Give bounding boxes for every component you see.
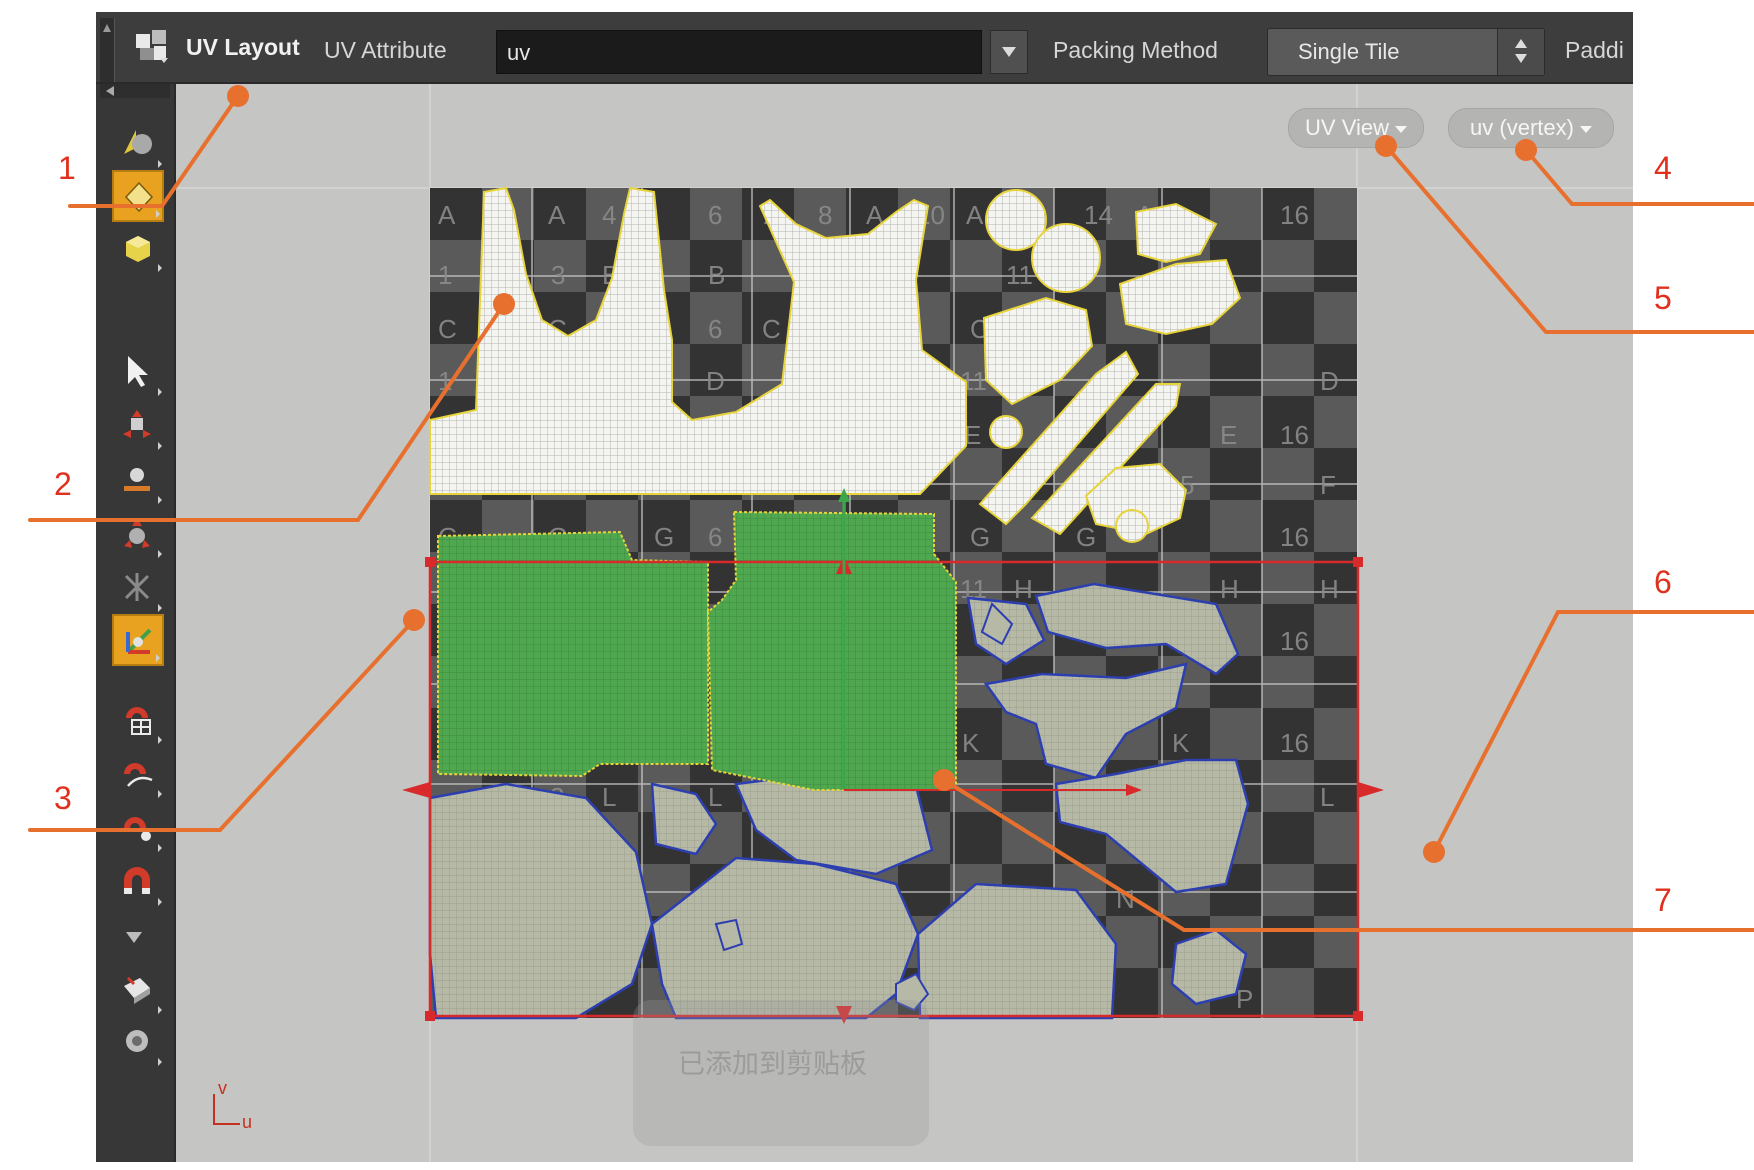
callout-line-5 xyxy=(1384,144,1754,334)
callout-line-1 xyxy=(68,94,240,208)
callout-dot-4 xyxy=(1515,139,1537,161)
callout-number-2: 2 xyxy=(54,466,72,502)
callout-dot-2 xyxy=(493,293,515,315)
callout-number-5: 5 xyxy=(1654,280,1672,316)
callout-dot-5 xyxy=(1375,135,1397,157)
callout-line-2 xyxy=(28,302,506,522)
callout-dot-6 xyxy=(1423,841,1445,863)
callout-dot-7 xyxy=(933,769,955,791)
callout-line-4 xyxy=(1524,148,1754,206)
callout-number-4: 4 xyxy=(1654,150,1672,186)
callout-dot-1 xyxy=(227,85,249,107)
callout-overlay xyxy=(28,85,1754,932)
callout-number-3: 3 xyxy=(54,780,72,816)
callout-line-6 xyxy=(1432,610,1754,854)
callout-line-7 xyxy=(942,778,1754,932)
callout-dot-3 xyxy=(403,609,425,631)
callout-line-3 xyxy=(28,618,416,832)
callout-number-1: 1 xyxy=(58,150,76,186)
callout-number-7: 7 xyxy=(1654,882,1672,918)
callout-number-6: 6 xyxy=(1654,564,1672,600)
